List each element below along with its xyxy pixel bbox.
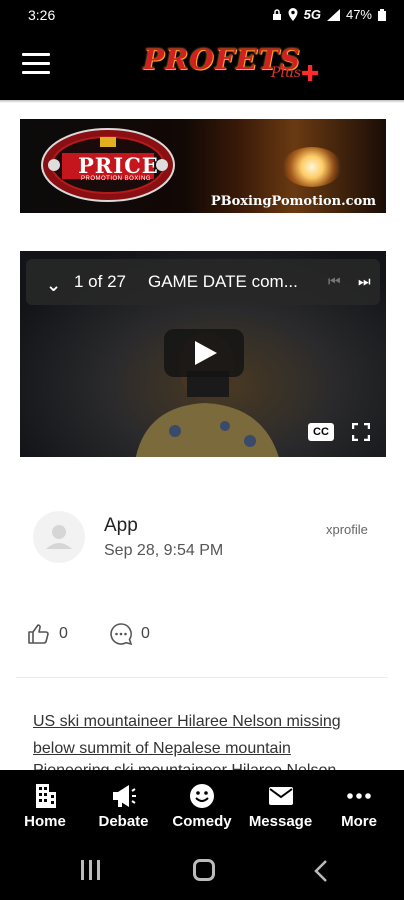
play-icon xyxy=(195,341,217,365)
nav-label: More xyxy=(341,813,377,830)
nav-label: Comedy xyxy=(172,813,232,830)
divider xyxy=(16,677,388,678)
like-button[interactable]: 0 xyxy=(27,622,68,646)
building-icon xyxy=(36,784,56,808)
fullscreen-icon[interactable] xyxy=(352,423,370,441)
status-time: 3:26 xyxy=(28,7,56,23)
megaphone-icon xyxy=(112,785,136,807)
app-logo: PROFETS Plus ✚ xyxy=(143,43,323,89)
banner-ad[interactable]: PRICE PROMOTION BOXING PBoxingPomotion.c… xyxy=(20,119,386,213)
more-dots-icon xyxy=(347,793,371,799)
banner-brand: PRICE xyxy=(78,153,159,178)
comment-count: 0 xyxy=(141,625,150,642)
battery-icon xyxy=(378,8,386,21)
status-bar: 3:26 5G 47% xyxy=(0,0,404,30)
nav-label: Home xyxy=(24,813,66,830)
article-link[interactable]: US ski mountaineer Hilaree Nelson missin… xyxy=(33,708,373,762)
video-playlist-header: ⌄ 1 of 27 GAME DATE com... ⏮ ⏭ xyxy=(26,259,380,305)
status-icons: 5G 47% xyxy=(272,7,386,22)
post-reactions: 0 0 xyxy=(27,622,227,648)
video-player[interactable]: ⌄ 1 of 27 GAME DATE com... ⏮ ⏭ CC xyxy=(20,251,386,457)
avatar[interactable] xyxy=(33,511,85,563)
video-playlist-count: 1 of 27 xyxy=(74,272,126,291)
chevron-down-icon[interactable]: ⌄ xyxy=(46,275,61,296)
default-avatar-icon xyxy=(46,525,72,549)
post-date: Sep 28, 9:54 PM xyxy=(104,542,224,559)
post-author[interactable]: App xyxy=(104,515,138,537)
nav-comedy[interactable]: Comedy xyxy=(163,770,241,842)
like-count: 0 xyxy=(59,625,68,642)
comment-bubble-icon xyxy=(110,623,133,646)
banner-brand-sub: PROMOTION BOXING xyxy=(81,176,152,182)
app-bar: PROFETS Plus ✚ xyxy=(0,30,404,100)
thumbs-up-icon xyxy=(28,624,49,644)
closed-captions-icon[interactable]: CC xyxy=(308,423,334,441)
home-icon[interactable] xyxy=(193,859,215,881)
nav-debate[interactable]: Debate xyxy=(85,770,163,842)
nav-label: Debate xyxy=(98,813,149,830)
skip-next-icon[interactable]: ⏭ xyxy=(358,273,371,290)
plus-cross-icon: ✚ xyxy=(301,61,320,86)
comment-button[interactable]: 0 xyxy=(109,622,150,646)
nav-home[interactable]: Home xyxy=(6,770,84,842)
envelope-icon xyxy=(268,787,293,805)
nav-more[interactable]: More xyxy=(320,770,398,842)
video-title: GAME DATE com... xyxy=(148,272,298,291)
app-bar-shadow xyxy=(0,100,404,103)
skip-previous-icon[interactable]: ⏮ xyxy=(328,273,341,290)
post-source: xprofile xyxy=(326,522,368,537)
hamburger-menu-icon[interactable] xyxy=(22,53,50,75)
recents-icon[interactable] xyxy=(80,860,102,882)
location-icon xyxy=(288,8,298,21)
smiley-icon xyxy=(190,784,214,808)
system-navigation-bar xyxy=(0,842,404,900)
signal-icon xyxy=(326,8,340,21)
play-button[interactable] xyxy=(164,329,244,377)
nav-label: Message xyxy=(248,813,313,830)
banner-url: PBoxingPomotion.com xyxy=(210,194,376,209)
fist-bump-image xyxy=(282,147,342,187)
battery-level: 47% xyxy=(345,7,372,22)
lock-icon xyxy=(272,8,281,20)
nav-message[interactable]: Message xyxy=(242,770,320,842)
logo-suffix: Plus xyxy=(271,65,302,81)
bottom-nav: Home Debate Comedy Message More xyxy=(0,770,404,842)
back-icon[interactable] xyxy=(310,858,334,884)
network-type: 5G xyxy=(303,7,321,22)
